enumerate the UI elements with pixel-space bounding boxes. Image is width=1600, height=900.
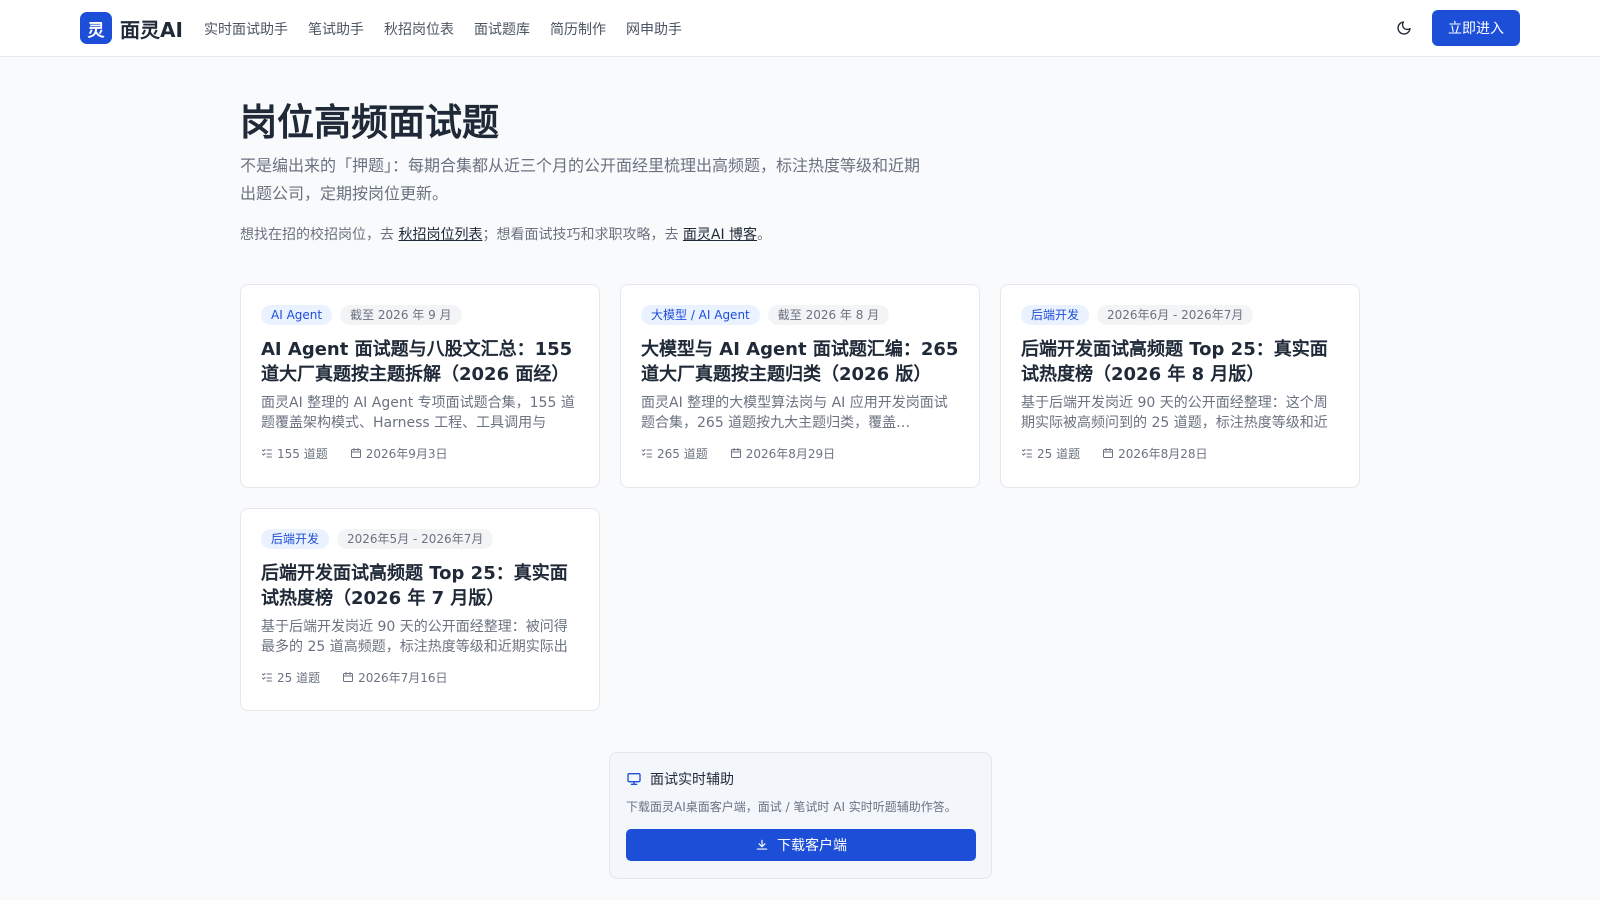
period-tag: 2026年5月 - 2026年7月 <box>337 529 494 549</box>
question-count-text: 25 道题 <box>1037 446 1081 461</box>
nav-item-question-bank[interactable]: 面试题库 <box>474 19 530 39</box>
top-header: 灵 面灵AI 实时面试助手 笔试助手 秋招岗位表 面试题库 简历制作 网申助手 … <box>0 0 1600 57</box>
question-count-text: 155 道题 <box>277 446 328 461</box>
question-count: 265 道题 <box>641 445 708 462</box>
nav-item-application[interactable]: 网申助手 <box>626 19 682 39</box>
monitor-icon <box>627 773 641 785</box>
moon-icon <box>1397 21 1411 35</box>
nav-item-job-list[interactable]: 秋招岗位表 <box>384 19 454 39</box>
calendar-icon <box>730 448 741 458</box>
enter-button[interactable]: 立即进入 <box>1432 10 1520 46</box>
download-title-text: 面试实时辅助 <box>650 772 734 788</box>
question-set-card[interactable]: AI Agent 截至 2026 年 9 月 AI Agent 面试题与八股文汇… <box>240 284 600 488</box>
question-count: 155 道题 <box>261 445 328 462</box>
job-list-link[interactable]: 秋招岗位列表 <box>398 227 482 243</box>
list-check-icon <box>642 449 652 458</box>
download-icon <box>756 839 768 850</box>
publish-date: 2026年8月28日 <box>1102 445 1208 462</box>
download-panel: 面试实时辅助 下载面灵AI桌面客户端，面试 / 笔试时 AI 实时听题辅助作答。… <box>609 752 992 879</box>
question-count-text: 25 道题 <box>277 670 321 685</box>
publish-date-text: 2026年9月3日 <box>365 446 448 461</box>
download-description: 下载面灵AI桌面客户端，面试 / 笔试时 AI 实时听题辅助作答。 <box>626 800 957 814</box>
card-description: 基于后端开发岗近 90 天的公开面经整理：这个周期实际被高频问到的 25 道题，… <box>1021 395 1328 431</box>
category-tag: 后端开发 <box>1021 305 1090 325</box>
calendar-icon <box>350 448 361 458</box>
card-description: 面灵AI 整理的 AI Agent 专项面试题合集，155 道题覆盖架构模式、H… <box>261 395 575 431</box>
card-title: AI Agent 面试题与八股文汇总：155 道大厂真题按主题拆解（2026 面… <box>261 339 573 385</box>
publish-date-text: 2026年8月28日 <box>1118 446 1208 461</box>
card-description: 面灵AI 整理的大模型算法岗与 AI 应用开发岗面试题合集，265 道题按九大主… <box>641 395 948 431</box>
calendar-icon <box>343 672 354 682</box>
note-prefix: 想找在招的校招岗位，去 <box>240 227 399 243</box>
publish-date-text: 2026年7月16日 <box>358 670 448 685</box>
category-tag: 大模型 / AI Agent <box>641 305 760 325</box>
publish-date: 2026年8月29日 <box>730 445 835 462</box>
blog-link[interactable]: 面灵AI 博客 <box>683 227 757 243</box>
card-title: 大模型与 AI Agent 面试题汇编：265 道大厂真题按主题归类（2026 … <box>641 339 959 385</box>
period-tag: 截至 2026 年 9 月 <box>340 305 462 325</box>
card-title: 后端开发面试高频题 Top 25：真实面试热度榜（2026 年 8 月版） <box>1021 339 1328 385</box>
list-check-icon <box>262 449 272 458</box>
list-check-icon <box>262 673 272 682</box>
card-title: 后端开发面试高频题 Top 25：真实面试热度榜（2026 年 7 月版） <box>261 563 568 609</box>
download-button-label: 下载客户端 <box>777 838 847 854</box>
nav-item-resume[interactable]: 简历制作 <box>550 19 606 39</box>
question-count: 25 道题 <box>261 669 320 686</box>
page-description: 不是编出来的「押题」：每期合集都从近三个月的公开面经里梳理出高频题，标注热度等级… <box>240 156 921 203</box>
question-set-card[interactable]: 大模型 / AI Agent 截至 2026 年 8 月 大模型与 AI Age… <box>620 284 980 488</box>
brand-name[interactable]: 面灵AI <box>120 14 183 43</box>
publish-date: 2026年7月16日 <box>342 669 448 686</box>
question-set-card[interactable]: 后端开发 2026年5月 - 2026年7月 后端开发面试高频题 Top 25：… <box>240 508 600 711</box>
publish-date-text: 2026年8月29日 <box>745 446 836 461</box>
question-count-text: 265 道题 <box>657 446 708 461</box>
question-count: 25 道题 <box>1021 445 1080 462</box>
download-client-button[interactable]: 下载客户端 <box>626 829 976 861</box>
note-suffix: 。 <box>757 227 772 243</box>
category-tag: 后端开发 <box>261 529 330 549</box>
note-middle: ；想看面试技巧和求职攻略，去 <box>482 227 683 243</box>
question-set-card[interactable]: 后端开发 2026年6月 - 2026年7月 后端开发面试高频题 Top 25：… <box>1000 284 1360 488</box>
logo-icon[interactable]: 灵 <box>80 12 112 44</box>
period-tag: 截至 2026 年 8 月 <box>767 305 890 325</box>
page-title: 岗位高频面试题 <box>240 101 499 144</box>
nav-item-realtime-interview[interactable]: 实时面试助手 <box>204 19 288 39</box>
publish-date: 2026年9月3日 <box>350 445 448 462</box>
page-note: 想找在招的校招岗位，去 秋招岗位列表；想看面试技巧和求职攻略，去 面灵AI 博客… <box>240 224 771 244</box>
download-panel-title: 面试实时辅助 <box>626 769 734 789</box>
main-nav: 实时面试助手 笔试助手 秋招岗位表 面试题库 简历制作 网申助手 <box>204 19 702 39</box>
period-tag: 2026年6月 - 2026年7月 <box>1097 305 1254 325</box>
theme-toggle-button[interactable] <box>1392 16 1416 40</box>
category-tag: AI Agent <box>261 305 333 325</box>
card-description: 基于后端开发岗近 90 天的公开面经整理：被问得最多的 25 道高频题，标注热度… <box>261 619 568 655</box>
list-check-icon <box>1022 449 1032 458</box>
calendar-icon <box>1103 448 1114 458</box>
nav-item-written-test[interactable]: 笔试助手 <box>308 19 364 39</box>
